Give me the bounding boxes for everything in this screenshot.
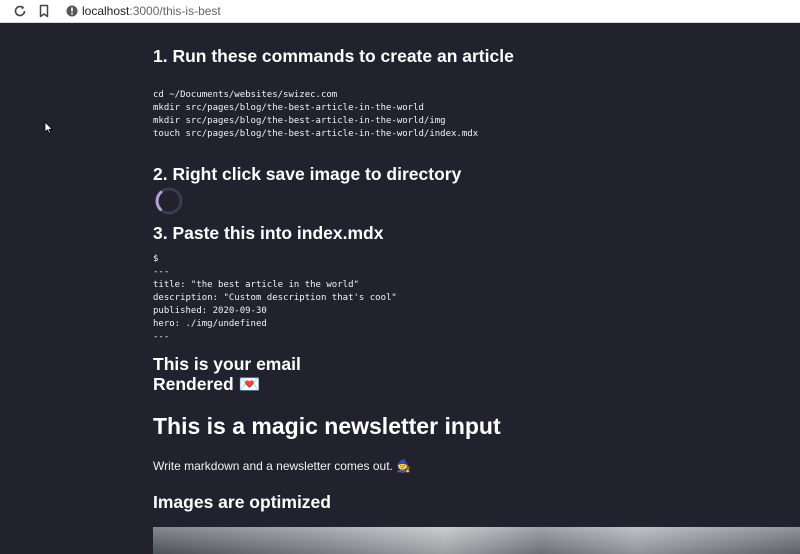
step2-heading: 2. Right click save image to directory bbox=[153, 164, 462, 184]
loading-spinner-icon bbox=[155, 187, 183, 215]
email-heading-line2: Rendered 💌 bbox=[153, 374, 260, 395]
address-bar[interactable]: localhost:3000/this-is-best bbox=[82, 3, 221, 19]
bookmark-icon[interactable] bbox=[36, 3, 52, 19]
step1-heading: 1. Run these commands to create an artic… bbox=[153, 46, 514, 66]
images-heading: Images are optimized bbox=[153, 492, 331, 512]
url-path: :3000/this-is-best bbox=[129, 4, 221, 18]
url-host: localhost bbox=[82, 4, 130, 18]
browser-toolbar: localhost:3000/this-is-best bbox=[0, 0, 800, 23]
article-paragraph: Write markdown and a newsletter comes ou… bbox=[153, 459, 411, 473]
reload-icon[interactable] bbox=[12, 3, 28, 19]
step3-code-block: $ --- title: "the best article in the wo… bbox=[153, 254, 397, 342]
email-rendered-text: Rendered bbox=[153, 374, 234, 394]
step3-heading: 3. Paste this into index.mdx bbox=[153, 223, 384, 243]
email-heading-line1: This is your email bbox=[153, 354, 301, 374]
article-paragraph-text: Write markdown and a newsletter comes ou… bbox=[153, 459, 393, 473]
page-content: 1. Run these commands to create an artic… bbox=[153, 23, 800, 554]
mouse-cursor-icon bbox=[44, 121, 53, 134]
article-title: This is a magic newsletter input bbox=[153, 413, 501, 439]
info-icon[interactable] bbox=[64, 3, 80, 19]
step1-code-block: cd ~/Documents/websites/swizec.com mkdir… bbox=[153, 90, 479, 139]
wizard-icon: 🧙 bbox=[396, 459, 412, 473]
hero-image bbox=[153, 527, 800, 554]
love-letter-icon: 💌 bbox=[238, 375, 261, 395]
